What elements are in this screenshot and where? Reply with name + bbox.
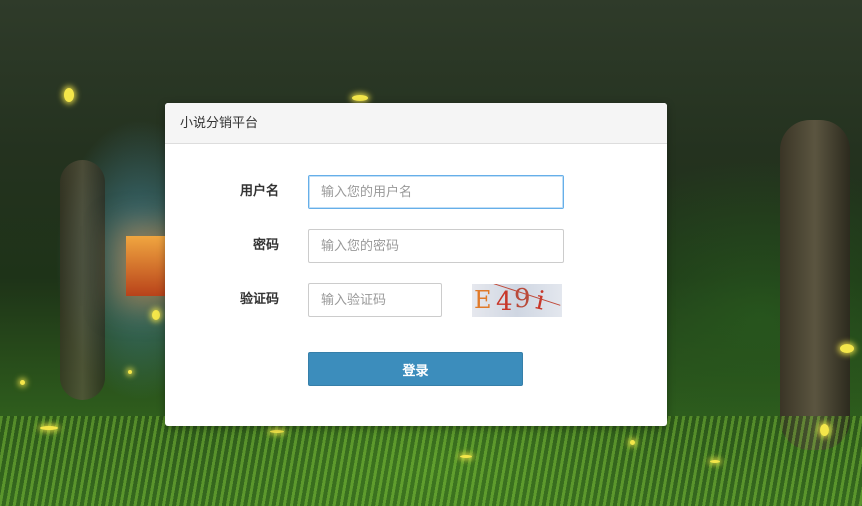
tree-trunk	[780, 120, 850, 450]
firefly	[840, 344, 854, 353]
firefly	[352, 95, 368, 101]
firefly	[152, 310, 160, 320]
password-label: 密码	[252, 238, 279, 253]
captcha-row: 验证码 E 4 9 i	[165, 283, 667, 317]
firefly	[460, 455, 472, 458]
firefly	[820, 424, 829, 436]
dialog-header: 小说分销平台	[165, 103, 667, 144]
lantern-light	[126, 236, 166, 296]
captcha-char: E	[474, 286, 492, 314]
firefly	[40, 426, 58, 430]
dialog-title: 小说分销平台	[180, 116, 259, 131]
captcha-input[interactable]	[308, 283, 442, 317]
username-input[interactable]	[308, 175, 564, 209]
password-row: 密码	[165, 229, 667, 263]
firefly	[20, 380, 25, 385]
username-row: 用户名	[165, 175, 667, 209]
login-button[interactable]: 登录	[308, 352, 523, 386]
password-input[interactable]	[308, 229, 564, 263]
grass-field	[0, 416, 862, 506]
firefly	[128, 370, 132, 374]
firefly	[710, 460, 720, 463]
login-dialog: 小说分销平台 用户名 密码 验证码 E 4 9 i 登录	[165, 103, 667, 426]
captcha-label: 验证码	[239, 292, 279, 307]
tree-trunk	[60, 160, 105, 400]
firefly	[270, 430, 284, 433]
captcha-char: 4	[496, 287, 513, 317]
captcha-char: 9	[514, 284, 531, 314]
captcha-image[interactable]: E 4 9 i	[472, 284, 562, 317]
username-label: 用户名	[239, 184, 279, 199]
firefly	[630, 440, 635, 445]
firefly	[64, 88, 74, 102]
